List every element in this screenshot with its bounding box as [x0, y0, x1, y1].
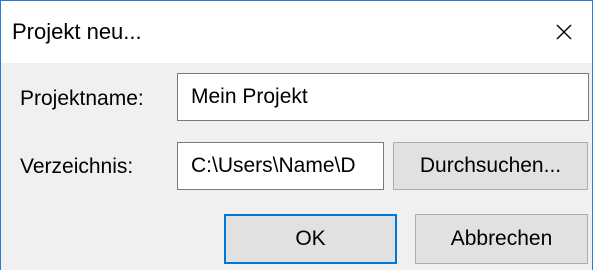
close-icon	[556, 24, 572, 40]
browse-button[interactable]: Durchsuchen...	[393, 142, 588, 190]
directory-label: Verzeichnis:	[20, 155, 134, 178]
directory-input[interactable]: C:\Users\Name\D	[177, 142, 384, 190]
project-name-input[interactable]: Mein Projekt	[177, 73, 589, 121]
cancel-button[interactable]: Abbrechen	[415, 214, 588, 264]
project-name-label: Projektname:	[20, 87, 144, 110]
dialog-window: Projekt neu... Projektname: Mein Projekt…	[0, 0, 593, 270]
ok-button[interactable]: OK	[224, 214, 397, 264]
window-title: Projekt neu...	[12, 19, 142, 44]
title-bar: Projekt neu...	[1, 1, 592, 63]
close-button[interactable]	[546, 1, 592, 63]
